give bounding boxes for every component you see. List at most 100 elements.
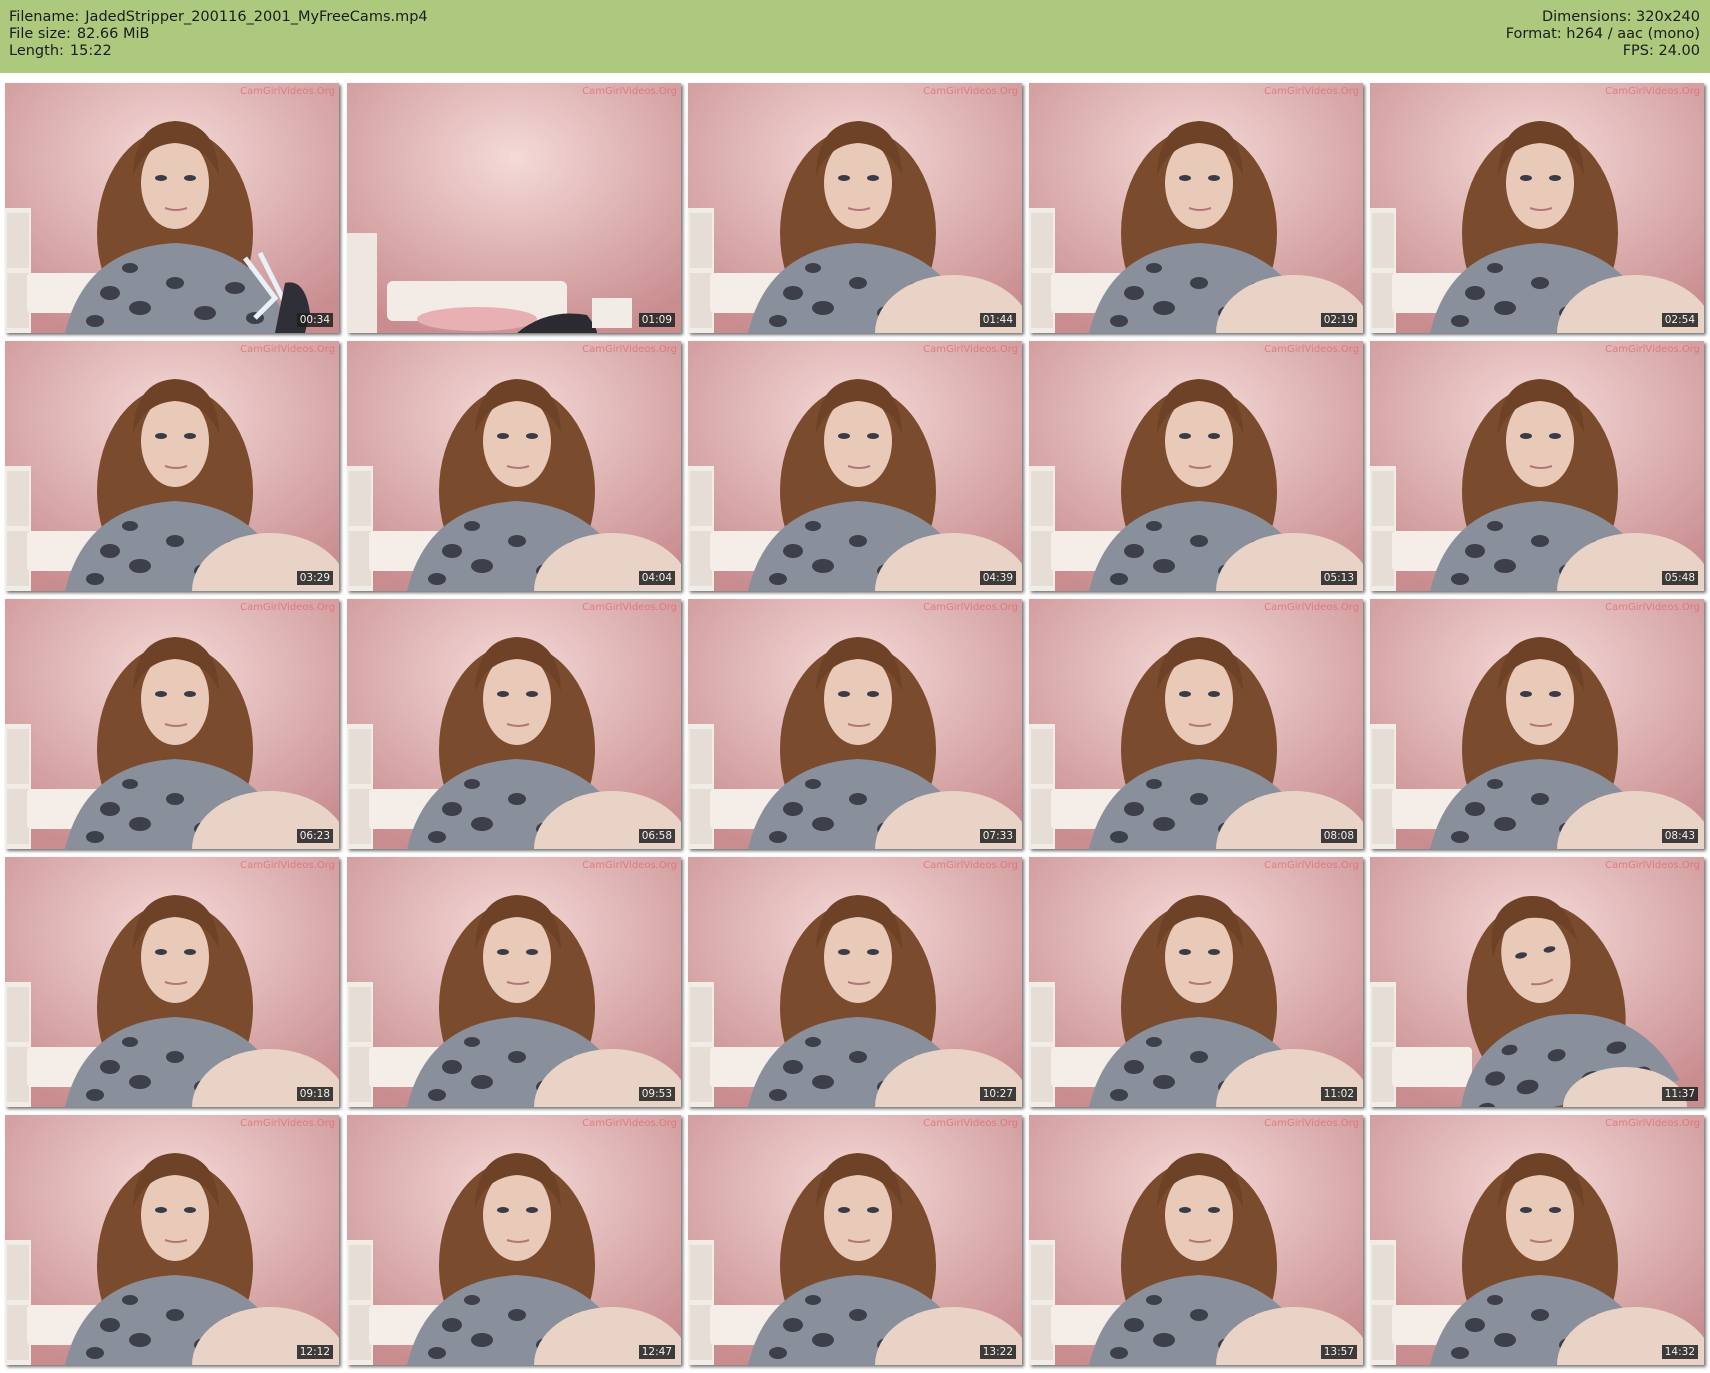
watermark-text: CamGirlVideos.Org: [1264, 344, 1359, 355]
watermark-text: CamGirlVideos.Org: [1264, 860, 1359, 871]
video-thumbnail[interactable]: CamGirlVideos.Org 06:58: [347, 599, 681, 849]
video-frame-image: [1029, 1115, 1363, 1365]
video-thumbnail[interactable]: CamGirlVideos.Org 12:47: [347, 1115, 681, 1365]
watermark-text: CamGirlVideos.Org: [240, 86, 335, 97]
video-thumbnail[interactable]: CamGirlVideos.Org 00:34: [5, 83, 339, 333]
video-thumbnail[interactable]: CamGirlVideos.Org 11:02: [1029, 857, 1363, 1107]
watermark-text: CamGirlVideos.Org: [582, 344, 677, 355]
timestamp-label: 10:27: [979, 1087, 1016, 1101]
timestamp-label: 05:48: [1661, 571, 1698, 585]
video-thumbnail[interactable]: CamGirlVideos.Org 10:27: [688, 857, 1022, 1107]
timestamp-label: 04:04: [638, 571, 675, 585]
video-frame-image: [5, 341, 339, 591]
timestamp-label: 14:32: [1661, 1345, 1698, 1359]
video-thumbnail[interactable]: CamGirlVideos.Org 08:08: [1029, 599, 1363, 849]
video-thumbnail[interactable]: CamGirlVideos.Org 14:32: [1370, 1115, 1704, 1365]
watermark-text: CamGirlVideos.Org: [240, 860, 335, 871]
timestamp-label: 05:13: [1320, 571, 1357, 585]
video-frame-image: [688, 83, 1022, 333]
video-frame-image: [688, 341, 1022, 591]
video-thumbnail[interactable]: CamGirlVideos.Org 09:18: [5, 857, 339, 1107]
video-frame-image: [5, 1115, 339, 1365]
watermark-text: CamGirlVideos.Org: [923, 1118, 1018, 1129]
watermark-text: CamGirlVideos.Org: [1605, 602, 1700, 613]
watermark-text: CamGirlVideos.Org: [1605, 860, 1700, 871]
timestamp-label: 08:08: [1320, 829, 1357, 843]
video-thumbnail[interactable]: CamGirlVideos.Org 05:13: [1029, 341, 1363, 591]
watermark-text: CamGirlVideos.Org: [1605, 86, 1700, 97]
watermark-text: CamGirlVideos.Org: [240, 1118, 335, 1129]
timestamp-label: 02:54: [1661, 313, 1698, 327]
timestamp-label: 03:29: [296, 571, 333, 585]
video-thumbnail[interactable]: CamGirlVideos.Org 06:23: [5, 599, 339, 849]
video-frame-image: [1370, 1115, 1704, 1365]
timestamp-label: 00:34: [296, 313, 333, 327]
watermark-text: CamGirlVideos.Org: [1264, 1118, 1359, 1129]
watermark-text: CamGirlVideos.Org: [923, 344, 1018, 355]
timestamp-label: 01:09: [638, 313, 675, 327]
video-frame-image: [5, 599, 339, 849]
timestamp-label: 13:57: [1320, 1345, 1357, 1359]
watermark-text: CamGirlVideos.Org: [1605, 1118, 1700, 1129]
timestamp-label: 06:58: [638, 829, 675, 843]
video-frame-image: [347, 857, 681, 1107]
thumbnail-grid: CamGirlVideos.Org 00:34 CamGirlVideos.Org 0…: [0, 0, 1710, 1373]
video-frame-image: [347, 341, 681, 591]
video-frame-image: [347, 1115, 681, 1365]
timestamp-label: 09:18: [296, 1087, 333, 1101]
watermark-text: CamGirlVideos.Org: [582, 860, 677, 871]
video-frame-image: [347, 83, 681, 333]
timestamp-label: 12:47: [638, 1345, 675, 1359]
video-thumbnail[interactable]: CamGirlVideos.Org 02:19: [1029, 83, 1363, 333]
timestamp-label: 02:19: [1320, 313, 1357, 327]
watermark-text: CamGirlVideos.Org: [1605, 344, 1700, 355]
video-frame-image: [1029, 599, 1363, 849]
video-frame-image: [1029, 857, 1363, 1107]
video-frame-image: [1029, 83, 1363, 333]
timestamp-label: 08:43: [1661, 829, 1698, 843]
video-thumbnail[interactable]: CamGirlVideos.Org 01:09: [347, 83, 681, 333]
video-frame-image: [1370, 83, 1704, 333]
video-frame-image: [688, 857, 1022, 1107]
timestamp-label: 06:23: [296, 829, 333, 843]
watermark-text: CamGirlVideos.Org: [1264, 602, 1359, 613]
video-thumbnail[interactable]: CamGirlVideos.Org 05:48: [1370, 341, 1704, 591]
video-frame-image: [5, 857, 339, 1107]
video-frame-image: [688, 1115, 1022, 1365]
video-thumbnail[interactable]: CamGirlVideos.Org 08:43: [1370, 599, 1704, 849]
video-thumbnail[interactable]: CamGirlVideos.Org 13:22: [688, 1115, 1022, 1365]
watermark-text: CamGirlVideos.Org: [1264, 86, 1359, 97]
timestamp-label: 04:39: [979, 571, 1016, 585]
video-frame-image: [1029, 341, 1363, 591]
video-thumbnail[interactable]: CamGirlVideos.Org 04:39: [688, 341, 1022, 591]
video-frame-image: [1370, 341, 1704, 591]
watermark-text: CamGirlVideos.Org: [240, 344, 335, 355]
watermark-text: CamGirlVideos.Org: [240, 602, 335, 613]
timestamp-label: 09:53: [638, 1087, 675, 1101]
timestamp-label: 12:12: [296, 1345, 333, 1359]
video-thumbnail[interactable]: CamGirlVideos.Org 02:54: [1370, 83, 1704, 333]
watermark-text: CamGirlVideos.Org: [582, 86, 677, 97]
watermark-text: CamGirlVideos.Org: [582, 1118, 677, 1129]
watermark-text: CamGirlVideos.Org: [923, 860, 1018, 871]
video-thumbnail[interactable]: CamGirlVideos.Org 09:53: [347, 857, 681, 1107]
watermark-text: CamGirlVideos.Org: [582, 602, 677, 613]
video-thumbnail[interactable]: CamGirlVideos.Org 13:57: [1029, 1115, 1363, 1365]
video-thumbnail[interactable]: CamGirlVideos.Org 07:33: [688, 599, 1022, 849]
video-frame-image: [1370, 599, 1704, 849]
video-thumbnail[interactable]: CamGirlVideos.Org 11:37: [1370, 857, 1704, 1107]
video-frame-image: [1370, 857, 1704, 1107]
timestamp-label: 07:33: [979, 829, 1016, 843]
video-thumbnail[interactable]: CamGirlVideos.Org 01:44: [688, 83, 1022, 333]
timestamp-label: 11:02: [1320, 1087, 1357, 1101]
video-frame-image: [347, 599, 681, 849]
timestamp-label: 13:22: [979, 1345, 1016, 1359]
watermark-text: CamGirlVideos.Org: [923, 86, 1018, 97]
video-thumbnail[interactable]: CamGirlVideos.Org 04:04: [347, 341, 681, 591]
video-thumbnail[interactable]: CamGirlVideos.Org 12:12: [5, 1115, 339, 1365]
timestamp-label: 11:37: [1661, 1087, 1698, 1101]
timestamp-label: 01:44: [979, 313, 1016, 327]
watermark-text: CamGirlVideos.Org: [923, 602, 1018, 613]
video-frame-image: [5, 83, 339, 333]
video-thumbnail[interactable]: CamGirlVideos.Org 03:29: [5, 341, 339, 591]
